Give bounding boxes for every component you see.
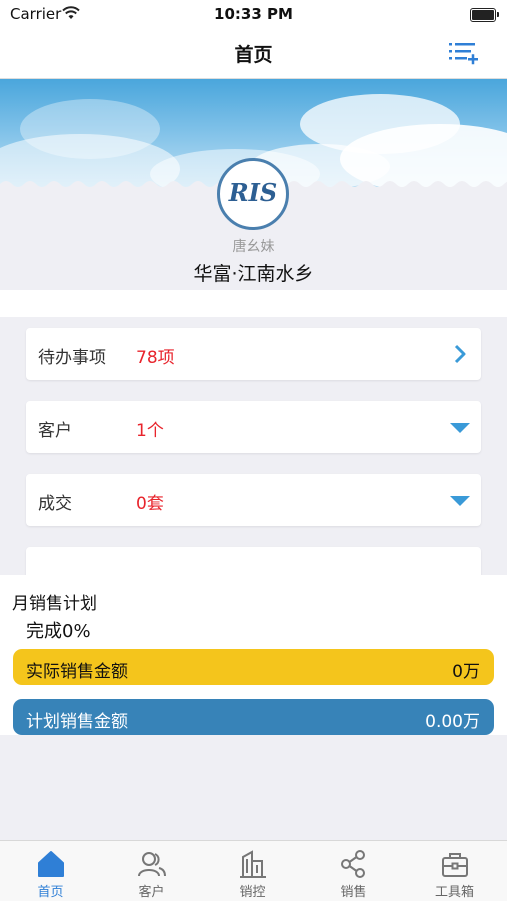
card-todo[interactable]: 待办事项 78项 [26,328,481,380]
card-label: 成交 [38,494,72,514]
tab-home[interactable]: 首页 [0,841,101,901]
tab-label: 销售 [340,885,367,900]
tab-customers[interactable]: 客户 [101,841,202,901]
building-icon [240,850,266,878]
tab-sales-control[interactable]: 销控 [202,841,303,901]
monthly-plan-panel: 月销售计划 完成0% 实际销售金额 0万 计划销售金额 0.00万 [0,575,507,735]
tab-label: 客户 [138,885,165,900]
card-value: 78项 [136,348,175,368]
actual-sales-label: 实际销售金额 [26,662,128,682]
status-time: 10:33 PM [214,5,293,23]
share-icon [341,850,365,878]
card-customers[interactable]: 客户 1个 [26,401,481,453]
tab-label: 首页 [37,885,64,900]
card-label: 客户 [38,421,72,441]
project-name: 华富·江南水乡 [193,263,314,285]
divider-band [0,290,507,317]
home-icon [38,851,64,877]
planned-sales-label: 计划销售金额 [26,712,128,732]
planned-sales-value: 0.00万 [425,712,480,732]
tab-label: 销控 [239,885,266,900]
card-value: 0套 [136,494,164,514]
menu-add-icon[interactable] [446,38,480,68]
card-deals[interactable]: 成交 0套 [26,474,481,526]
triangle-down-icon [450,496,470,506]
plan-completion: 完成0% [26,621,91,642]
company-logo-text: RIS [228,178,278,207]
nav-bar: 首页 [0,30,507,79]
toolbox-icon [442,853,468,877]
actual-sales-bar: 实际销售金额 0万 [13,649,494,685]
tab-toolbox[interactable]: 工具箱 [404,841,505,901]
page-title: 首页 [234,44,273,66]
tab-sales[interactable]: 销售 [303,841,404,901]
tab-label: 工具箱 [434,885,474,900]
battery-nub [497,12,499,17]
battery-icon [470,8,496,22]
actual-sales-value: 0万 [452,662,480,682]
card-label: 待办事项 [38,348,106,368]
tab-bar: 首页 客户 销控 销售 工具箱 [0,840,507,901]
users-icon [138,852,166,877]
chevron-right-icon [454,344,466,364]
user-name: 唐幺妹 [232,239,275,255]
card-partial[interactable] [26,547,481,575]
card-value: 1个 [136,421,164,441]
plan-title: 月销售计划 [12,594,97,614]
summary-list: 待办事项 78项 客户 1个 成交 0套 [0,317,507,575]
status-bar: Carrier 10:33 PM [0,0,507,30]
planned-sales-bar: 计划销售金额 0.00万 [13,699,494,735]
triangle-down-icon [450,423,470,433]
